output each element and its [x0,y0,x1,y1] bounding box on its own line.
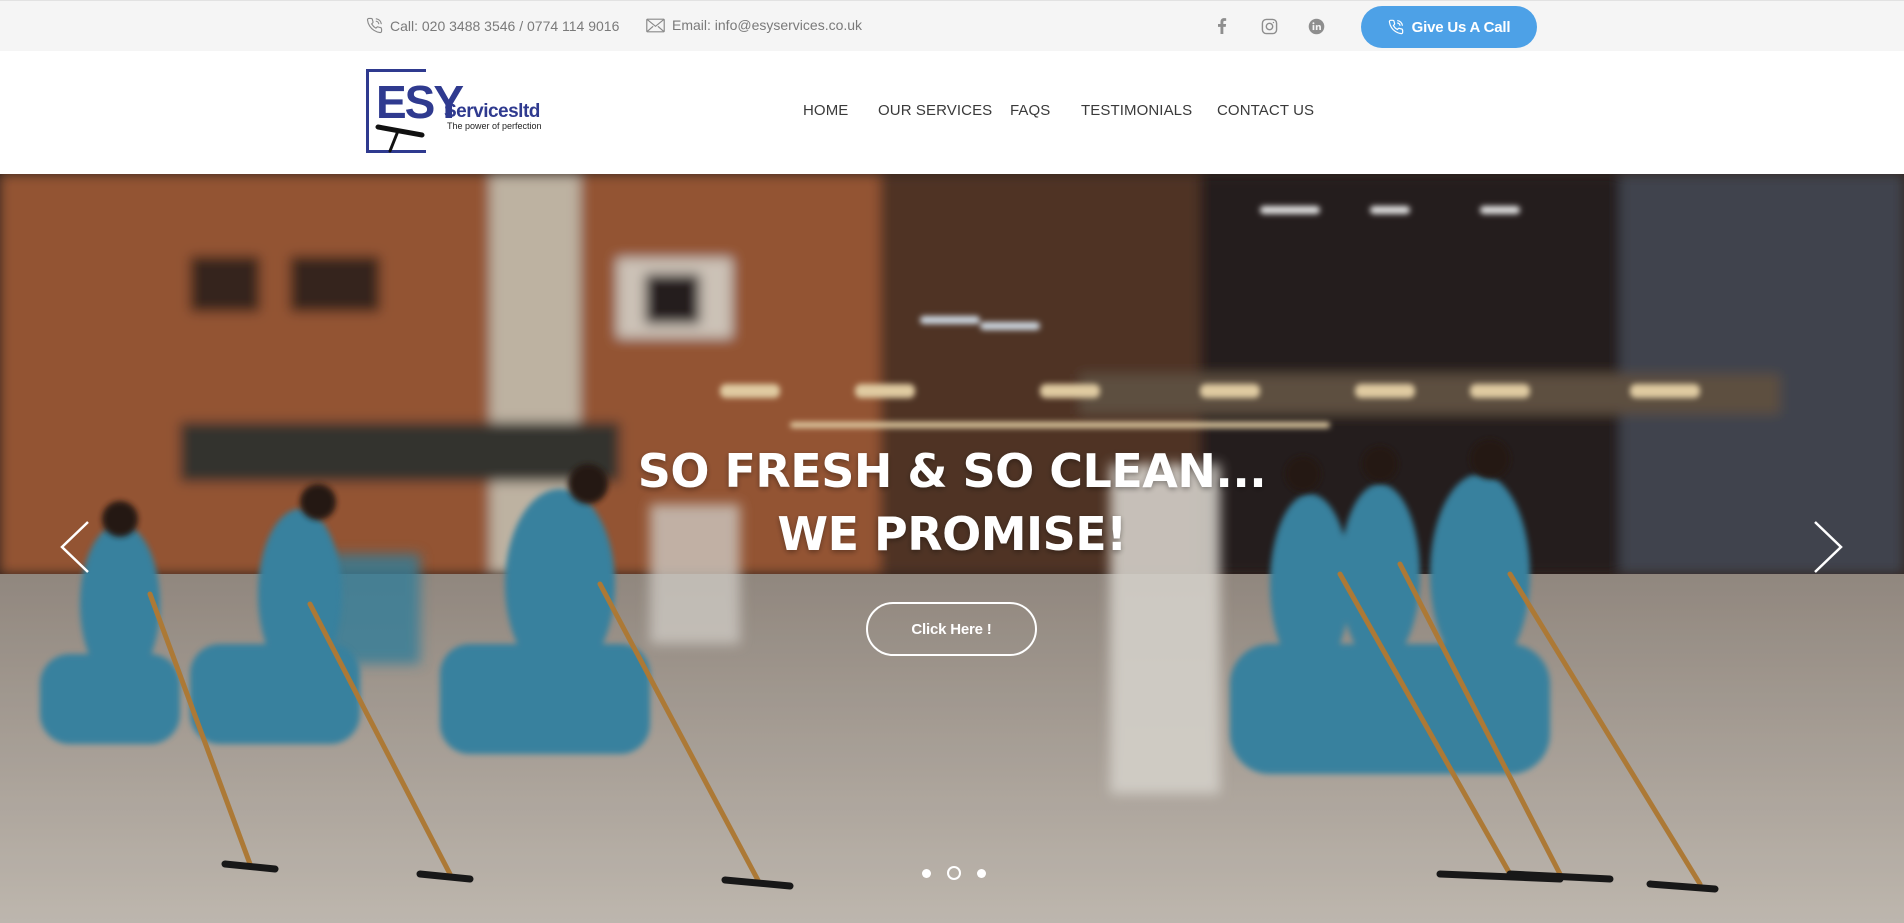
slider-prev-arrow[interactable] [58,520,92,574]
click-here-button[interactable]: Click Here ! [866,602,1037,656]
slider-dot[interactable] [977,868,986,878]
phone-icon [1388,19,1403,35]
instagram-icon[interactable] [1258,15,1280,37]
phone-text: Call: 020 3488 3546 / 0774 114 9016 [390,17,620,34]
slider-next-arrow[interactable] [1811,520,1845,574]
phone-contact[interactable]: Call: 020 3488 3546 / 0774 114 9016 [366,17,619,34]
top-bar: Call: 020 3488 3546 / 0774 114 9016 Emai… [0,0,1904,51]
nav-faqs[interactable]: FAQS [1010,102,1050,119]
call-button-label: Give Us A Call [1411,18,1511,36]
email-contact[interactable]: Email: info@esyservices.co.uk [646,17,862,33]
chevron-right-icon [1814,521,1843,573]
squeegee-icon [375,124,425,153]
give-us-a-call-button[interactable]: Give Us A Call [1361,6,1537,48]
logo-name: Servicesltd [444,101,540,122]
nav-contact-us[interactable]: CONTACT US [1217,102,1314,119]
linkedin-icon[interactable] [1305,15,1327,37]
slider-pagination [922,866,1002,880]
envelope-icon [646,18,665,32]
facebook-icon[interactable] [1211,15,1233,37]
nav-our-services[interactable]: OUR SERVICES [878,102,992,119]
nav-home[interactable]: HOME [803,102,848,119]
slider-dot[interactable] [922,868,931,878]
logo-tagline: The power of perfection [447,121,542,131]
hero-title-line1: SO FRESH & SO CLEAN... [637,444,1267,498]
chevron-left-icon [60,521,89,573]
slider-dot-active[interactable] [947,866,961,880]
hero-title-line2: WE PROMISE! [777,507,1127,561]
site-header: ESY Servicesltd The power of perfection … [0,51,1904,174]
hero-slider: SO FRESH & SO CLEAN... WE PROMISE! Click… [0,174,1904,923]
email-text: Email: info@esyservices.co.uk [672,17,863,33]
phone-icon [366,17,383,34]
nav-testimonials[interactable]: TESTIMONIALS [1081,102,1192,119]
company-logo[interactable]: ESY Servicesltd The power of perfection [366,69,576,155]
